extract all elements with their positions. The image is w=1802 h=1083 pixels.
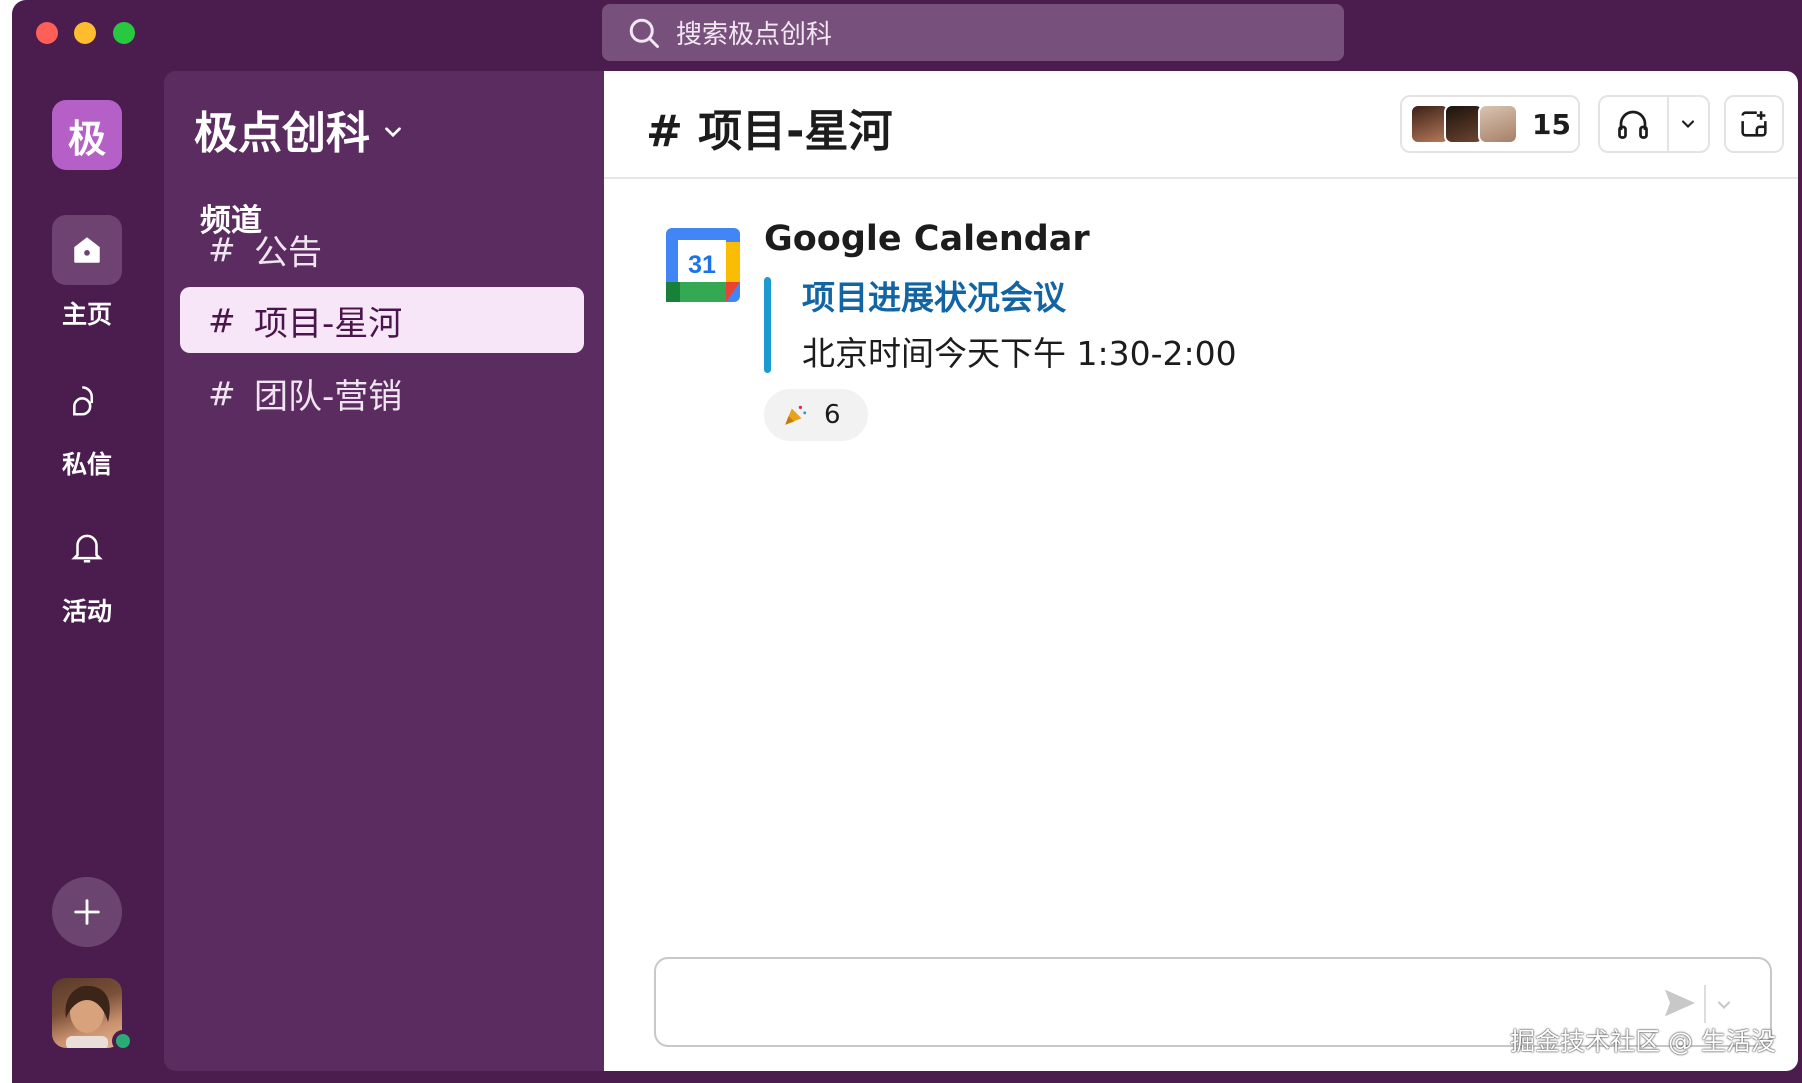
rail-home-button[interactable]: [52, 215, 122, 285]
headphones-icon: [1618, 110, 1649, 139]
app-window: 搜索极点创科 极 主页 私信 活动 极点创科 频道 # 公告 # 项目-星河 #…: [12, 0, 1802, 1083]
channel-name: 团队-营销: [254, 376, 403, 417]
sidebar-item-project-xinghe[interactable]: # 项目-星河: [180, 287, 584, 353]
channel-header: # 项目-星河 15: [604, 71, 1798, 179]
reaction-count: 6: [824, 400, 841, 430]
channel-hash: #: [208, 229, 236, 269]
close-window-button[interactable]: [36, 22, 58, 44]
party-popper-icon: [785, 405, 807, 425]
attachment-bar: [764, 277, 771, 373]
rail-label-activity: 活动: [61, 597, 112, 626]
channel-title[interactable]: # 项目-星河: [646, 95, 892, 159]
send-divider: [1704, 985, 1706, 1023]
search-icon: [629, 18, 659, 48]
google-calendar-icon: 31: [666, 228, 740, 302]
sidebar-item-team-marketing[interactable]: # 团队-营销: [180, 360, 584, 426]
reaction-pill[interactable]: 6: [764, 389, 868, 441]
huddle-button[interactable]: [1600, 97, 1669, 151]
plus-icon: [74, 899, 100, 925]
search-placeholder: 搜索极点创科: [676, 20, 833, 50]
member-avatar: [1478, 104, 1518, 144]
channel-view: # 项目-星河 15 31 Google Calendar 项目进展状况会议 北…: [604, 71, 1798, 1071]
home-icon: [74, 237, 100, 263]
rail-item-dms[interactable]: 私信: [12, 365, 162, 481]
huddle-options-button[interactable]: [1669, 114, 1708, 134]
canvas-button[interactable]: [1724, 95, 1784, 153]
workspace-icon[interactable]: 极: [52, 100, 122, 170]
rail-item-home[interactable]: 主页: [12, 215, 162, 331]
rail-label-dms: 私信: [61, 450, 112, 479]
message-sender[interactable]: Google Calendar: [764, 219, 1090, 259]
channel-hash: #: [208, 300, 236, 340]
channel-name: 公告: [254, 232, 322, 273]
rail-label-home: 主页: [61, 300, 112, 329]
search-bar[interactable]: 搜索极点创科: [602, 4, 1344, 61]
channel-sidebar: 极点创科 频道 # 公告 # 项目-星河 # 团队-营销: [164, 71, 604, 1071]
calendar-date-text: 31: [688, 251, 716, 279]
watermark: 掘金技术社区 @ 生活没: [1510, 1027, 1776, 1056]
zoom-window-button[interactable]: [113, 22, 135, 44]
rail-item-activity[interactable]: 活动: [12, 512, 162, 628]
workspace-menu[interactable]: 极点创科: [194, 97, 406, 161]
add-button[interactable]: [52, 877, 122, 947]
messages-icon: [73, 386, 94, 416]
event-title-link[interactable]: 项目进展状况会议: [802, 271, 1066, 319]
huddle-button-group: [1598, 95, 1710, 153]
member-count: 15: [1532, 107, 1571, 141]
workspace-initial: 极: [67, 116, 106, 161]
channel-hash: #: [208, 373, 236, 413]
chevron-down-icon: [1682, 120, 1695, 128]
chevron-down-icon: [385, 127, 401, 138]
event-time: 北京时间今天下午 1:30-2:00: [802, 334, 1237, 373]
channel-name: 项目-星河: [254, 303, 403, 344]
workspace-name: 极点创科: [194, 108, 370, 159]
members-button[interactable]: 15: [1400, 95, 1580, 153]
presence-indicator: [112, 1030, 134, 1052]
sidebar-item-announcements[interactable]: # 公告: [180, 216, 584, 282]
send-icon[interactable]: [1660, 983, 1700, 1023]
bell-icon: [71, 534, 103, 563]
rail-activity-button[interactable]: [52, 512, 122, 582]
rail-dms-button[interactable]: [52, 365, 122, 435]
canvas-icon: [1741, 111, 1767, 137]
minimize-window-button[interactable]: [74, 22, 96, 44]
chevron-down-icon[interactable]: [1714, 995, 1734, 1015]
